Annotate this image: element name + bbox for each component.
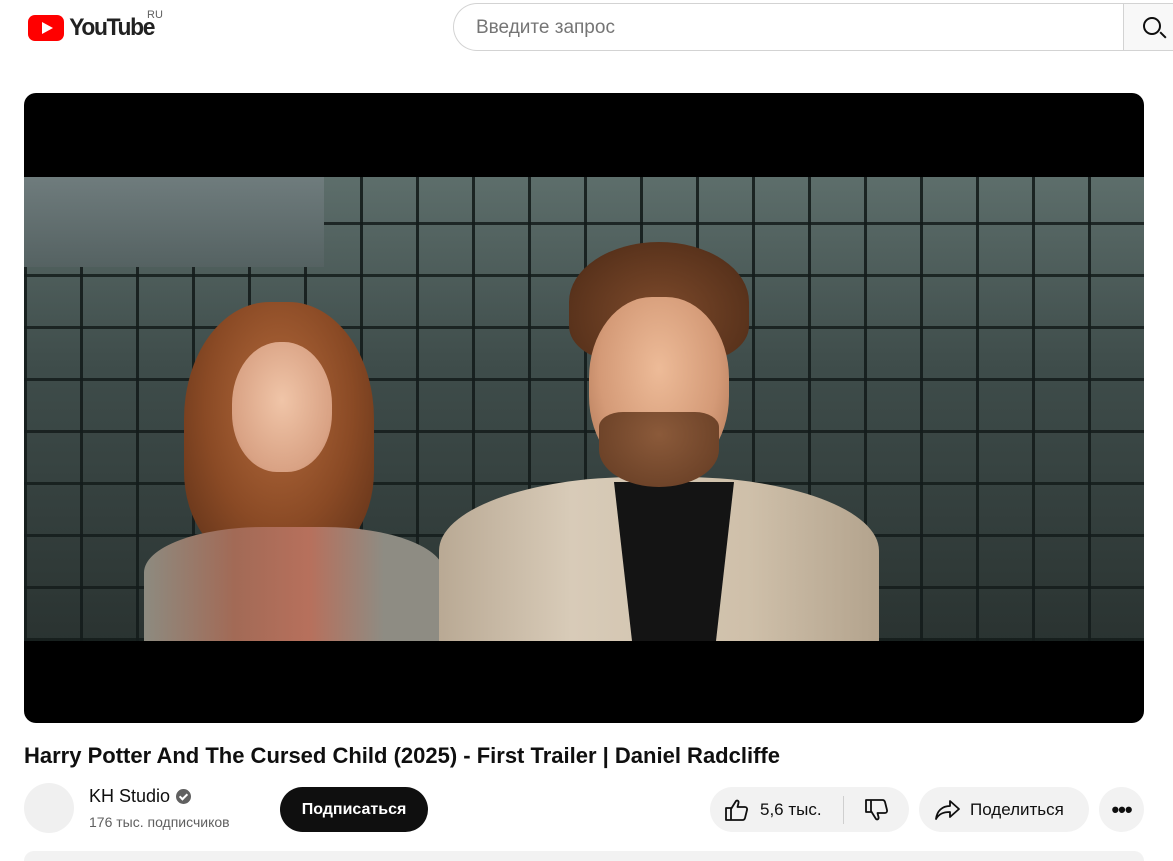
region-label: RU xyxy=(147,9,163,21)
like-dislike-group: 5,6 тыс. xyxy=(710,787,909,832)
more-actions-button[interactable]: ••• xyxy=(1099,787,1144,832)
thumbs-down-icon xyxy=(864,798,888,820)
search-button[interactable] xyxy=(1123,3,1173,51)
search-box[interactable] xyxy=(453,3,1123,52)
channel-name: KH Studio xyxy=(89,786,171,806)
thumbs-up-icon xyxy=(725,799,749,821)
description-box[interactable] xyxy=(24,851,1144,861)
subscriber-count: 176 тыс. подписчиков xyxy=(89,814,230,830)
video-frame xyxy=(24,177,1144,641)
person-right xyxy=(439,242,879,641)
more-icon: ••• xyxy=(1111,796,1132,822)
background-sky xyxy=(24,177,324,267)
share-icon xyxy=(935,799,960,820)
like-count: 5,6 тыс. xyxy=(760,799,822,819)
dislike-button[interactable] xyxy=(844,787,909,832)
channel-name-link[interactable]: KH Studio xyxy=(89,786,192,807)
channel-avatar[interactable] xyxy=(24,783,74,833)
logo-text: YouTube xyxy=(69,14,155,41)
youtube-play-icon xyxy=(28,15,64,41)
youtube-logo[interactable]: YouTube xyxy=(28,13,156,43)
person-left xyxy=(144,302,444,641)
masthead: YouTube RU xyxy=(0,0,1173,56)
share-label: Поделиться xyxy=(970,799,1064,819)
search-input[interactable] xyxy=(474,4,1098,52)
video-player[interactable] xyxy=(24,93,1144,723)
subscribe-button[interactable]: Подписаться xyxy=(280,787,428,832)
verified-icon xyxy=(176,789,192,804)
video-title: Harry Potter And The Cursed Child (2025)… xyxy=(24,743,780,768)
like-button[interactable]: 5,6 тыс. xyxy=(710,787,843,832)
share-button[interactable]: Поделиться xyxy=(919,787,1089,832)
search-icon xyxy=(1143,17,1161,35)
